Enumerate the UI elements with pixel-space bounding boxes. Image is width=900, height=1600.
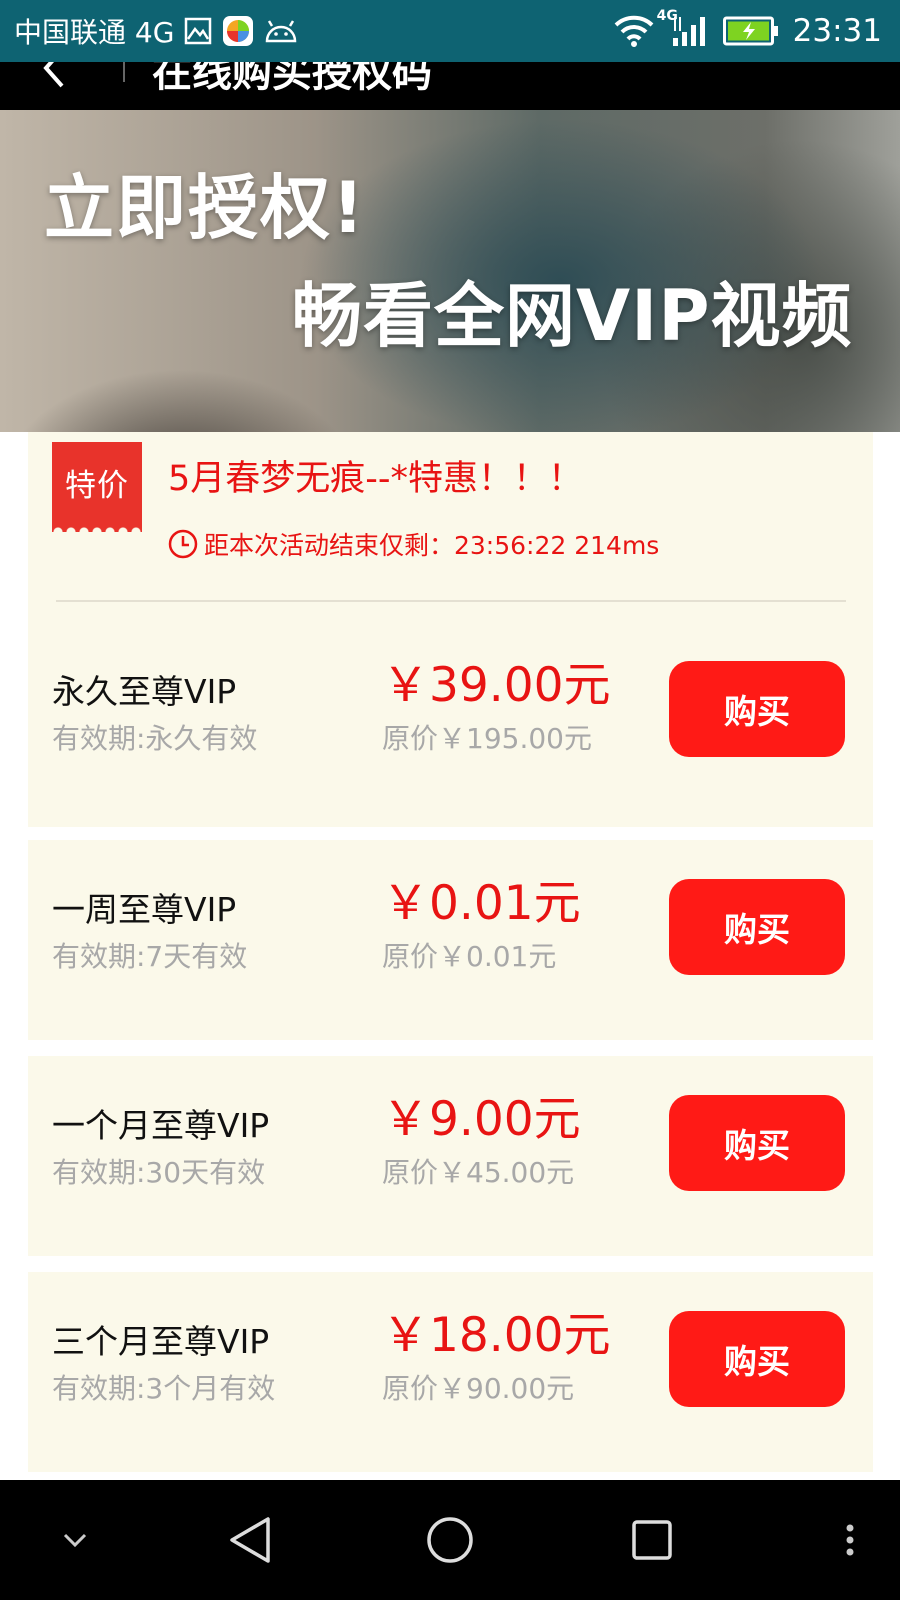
plan-validity: 有效期:30天有效	[52, 1156, 266, 1189]
nav-home-button[interactable]	[420, 1510, 480, 1570]
gallery-icon	[184, 17, 212, 45]
plan-list: 特价 5月春梦无痕--*特惠！！！ 距本次活动结束仅剩：23:56:22 214…	[0, 432, 900, 1480]
plan-original-price: 原价￥0.01元	[382, 940, 557, 973]
buy-button[interactable]: 购买	[669, 1095, 845, 1191]
chevron-left-icon	[43, 62, 64, 88]
page-title: 在线购买授权码	[152, 62, 432, 96]
network-type-label: 4G	[656, 8, 678, 24]
plan-validity: 有效期:7天有效	[52, 940, 248, 973]
back-button[interactable]	[38, 62, 68, 97]
app-notification-icon	[222, 15, 254, 47]
plan-item: 一个月至尊VIP 有效期:30天有效 ￥9.00元 原价￥45.00元 购买	[28, 1056, 873, 1256]
carrier-label: 中国联通 4G	[14, 16, 175, 49]
nav-back-button[interactable]	[222, 1510, 278, 1570]
navigation-bar	[0, 1480, 900, 1600]
promo-card: 特价 5月春梦无痕--*特惠！！！ 距本次活动结束仅剩：23:56:22 214…	[28, 432, 873, 827]
banner-subheadline: 畅看全网VIP视频	[292, 275, 853, 357]
recents-square-icon	[632, 1520, 672, 1560]
home-circle-icon	[427, 1517, 473, 1563]
promo-banner: 立即授权! 畅看全网VIP视频	[0, 110, 900, 432]
plan-original-price: 原价￥45.00元	[382, 1156, 575, 1189]
plan-price: ￥9.00元	[382, 1092, 581, 1147]
cellular-signal-icon: 4G	[657, 8, 709, 48]
plan-item: 三个月至尊VIP 有效期:3个月有效 ￥18.00元 原价￥90.00元 购买	[28, 1272, 873, 1472]
plan-price: ￥18.00元	[382, 1308, 611, 1363]
status-bar-left: 中国联通 4G	[14, 0, 298, 62]
plan-validity: 有效期:永久有效	[52, 722, 258, 755]
clock-icon	[168, 529, 198, 559]
battery-charging-icon	[722, 16, 779, 46]
plan-name: 一周至尊VIP	[52, 890, 237, 929]
plan-original-price: 原价￥90.00元	[382, 1372, 575, 1405]
plan-item: 永久至尊VIP 有效期:永久有效 ￥39.00元 原价￥195.00元 购买	[28, 632, 873, 812]
plan-price: ￥0.01元	[382, 876, 581, 931]
special-offer-tag: 特价	[52, 442, 142, 532]
nav-menu-button[interactable]	[838, 1516, 862, 1564]
plan-item: 一周至尊VIP 有效期:7天有效 ￥0.01元 原价￥0.01元 购买	[28, 840, 873, 1040]
plan-original-price: 原价￥195.00元	[382, 722, 592, 755]
hide-keyboard-button[interactable]	[55, 1520, 95, 1560]
android-icon	[264, 19, 298, 43]
header-divider	[123, 62, 125, 82]
countdown-text: 距本次活动结束仅剩：23:56:22 214ms	[204, 531, 660, 560]
promo-countdown: 距本次活动结束仅剩：23:56:22 214ms	[168, 526, 659, 562]
back-triangle-icon	[230, 1517, 270, 1563]
buy-button[interactable]: 购买	[669, 1311, 845, 1407]
app-header: 在线购买授权码	[0, 62, 900, 110]
buy-button[interactable]: 购买	[669, 661, 845, 757]
plan-validity: 有效期:3个月有效	[52, 1372, 276, 1405]
chevron-down-icon	[63, 1533, 87, 1548]
divider	[56, 600, 846, 602]
plan-name: 一个月至尊VIP	[52, 1106, 270, 1145]
banner-headline: 立即授权!	[44, 167, 366, 249]
clock: 23:31	[792, 13, 882, 49]
wifi-icon	[613, 14, 655, 48]
plan-name: 三个月至尊VIP	[52, 1322, 270, 1361]
nav-recents-button[interactable]	[622, 1510, 682, 1570]
buy-button[interactable]: 购买	[669, 879, 845, 975]
plan-price: ￥39.00元	[382, 658, 611, 713]
status-bar: 中国联通 4G 4G 23:31	[0, 0, 900, 62]
more-vertical-icon	[846, 1524, 854, 1556]
promo-title: 5月春梦无痕--*特惠！！！	[168, 459, 584, 499]
plan-name: 永久至尊VIP	[52, 672, 237, 711]
status-bar-right: 4G 23:31	[613, 0, 882, 62]
